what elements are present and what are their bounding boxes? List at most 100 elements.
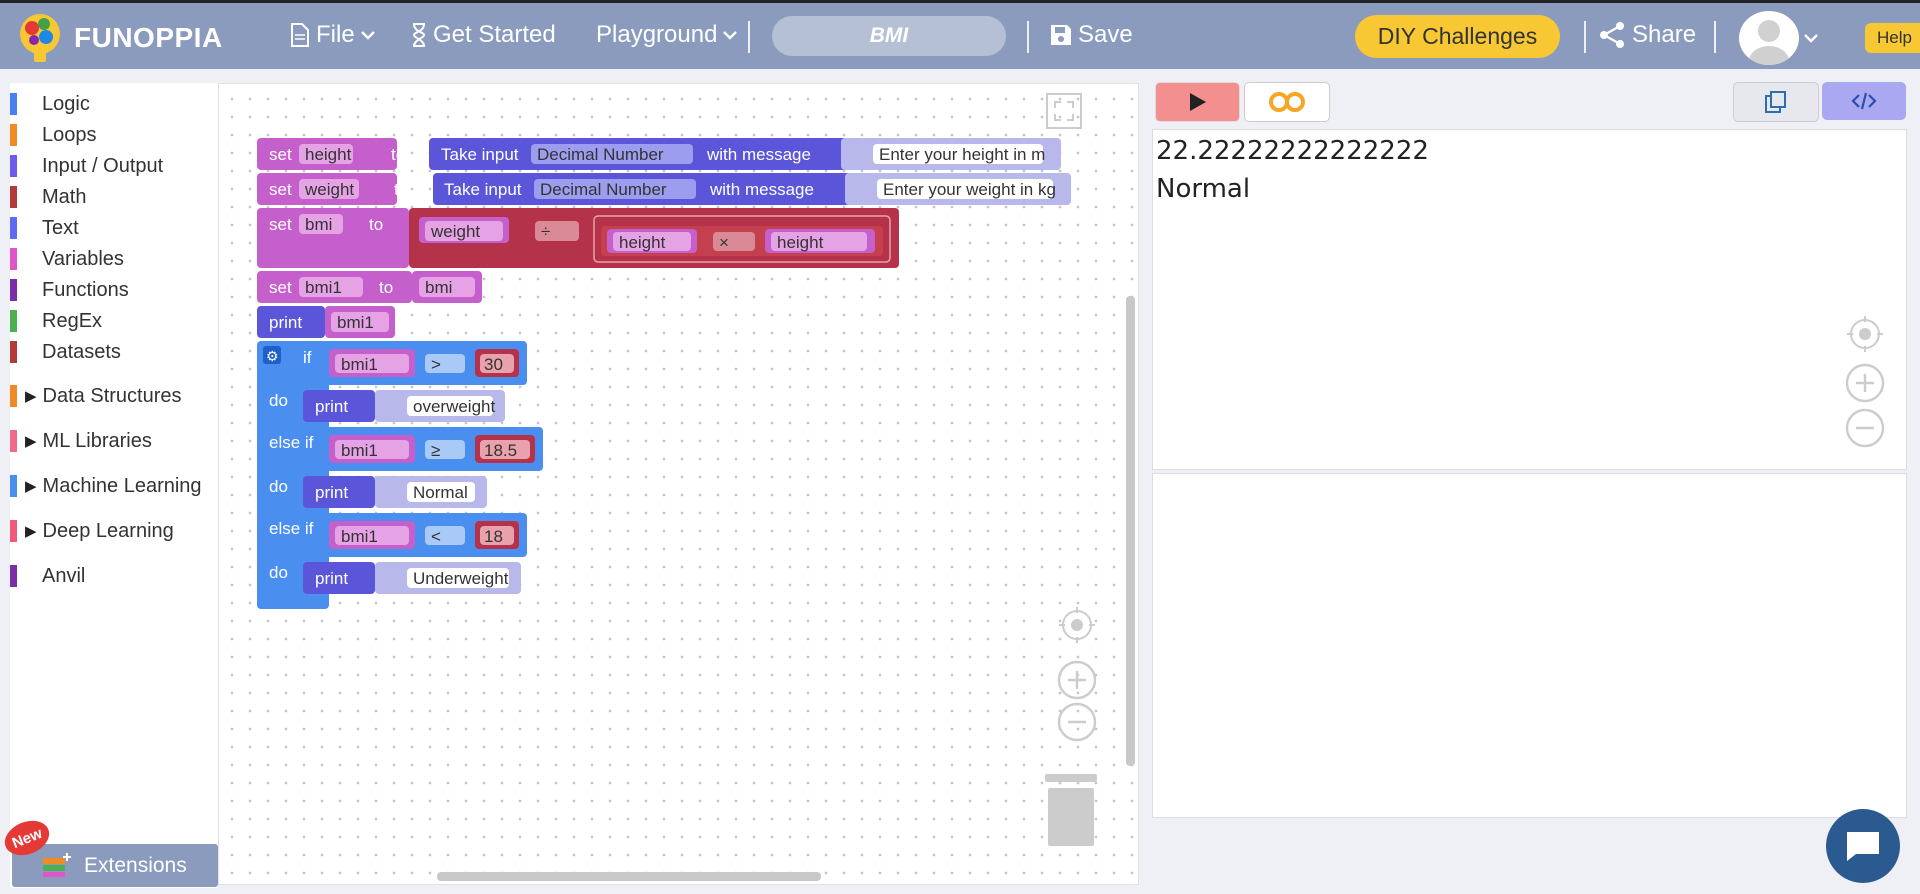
save-button[interactable]: Save — [1050, 21, 1133, 49]
group-ml-libraries[interactable]: ▶ ML Libraries — [10, 428, 152, 454]
variable-dropdown[interactable]: bmi — [305, 215, 332, 234]
code-icon — [1851, 92, 1877, 110]
chevron-down-icon[interactable] — [1804, 33, 1818, 43]
infinite-run-button[interactable] — [1244, 82, 1330, 122]
category-color-bar — [10, 155, 17, 177]
group-deep-learning[interactable]: ▶ Deep Learning — [10, 518, 174, 544]
brand[interactable]: FUNOPPIA — [14, 9, 223, 67]
block-keyword: Take input — [441, 145, 519, 164]
category-label: ML Libraries — [42, 429, 152, 452]
set-bmi1-block[interactable]: set bmi1 to bmi — [257, 271, 482, 303]
variable-dropdown[interactable]: bmi1 — [341, 527, 378, 546]
number-field[interactable]: 18.5 — [484, 441, 517, 460]
set-weight-block[interactable]: set weight to Take input Decimal Number … — [257, 173, 1071, 205]
zoom-out-icon[interactable] — [1845, 408, 1885, 448]
category-loops[interactable]: Loops — [10, 122, 97, 148]
variable-dropdown[interactable]: bmi1 — [341, 355, 378, 374]
recenter-icon[interactable] — [1059, 607, 1095, 643]
block-keyword: print — [269, 313, 302, 332]
category-regex[interactable]: RegEx — [10, 308, 102, 334]
blocks-workspace[interactable]: set height to Take input Decimal Number … — [218, 83, 1139, 885]
category-variables[interactable]: Variables — [10, 246, 124, 272]
extensions-label: Extensions — [84, 853, 187, 877]
variable-dropdown[interactable]: height — [305, 145, 352, 164]
zoom-in-icon[interactable] — [1845, 363, 1885, 403]
category-logic[interactable]: Logic — [10, 91, 90, 117]
horizontal-scrollbar[interactable] — [437, 872, 821, 881]
variable-dropdown[interactable]: bmi — [425, 278, 452, 297]
code-view-button[interactable] — [1822, 82, 1906, 120]
diy-challenges-button[interactable]: DIY Challenges — [1355, 15, 1560, 58]
playground-menu[interactable]: Playground — [596, 21, 738, 49]
category-anvil[interactable]: Anvil — [10, 563, 85, 589]
file-menu[interactable]: File — [290, 21, 375, 49]
category-color-bar — [10, 279, 17, 301]
variable-dropdown[interactable]: bmi1 — [305, 278, 342, 297]
gear-icon[interactable]: ⚙ — [266, 348, 279, 364]
category-math[interactable]: Math — [10, 184, 86, 210]
category-color-bar — [10, 385, 17, 407]
print-bmi1-block[interactable]: print bmi1 — [257, 306, 395, 338]
category-label: Anvil — [42, 564, 86, 587]
operator-dropdown[interactable]: × — [719, 233, 729, 252]
fullscreen-icon[interactable] — [1046, 93, 1082, 129]
number-field[interactable]: 30 — [484, 355, 503, 374]
recenter-icon[interactable] — [1845, 314, 1885, 354]
block-keyword: set — [269, 180, 292, 199]
category-label: Logic — [42, 92, 90, 115]
category-label: Datasets — [42, 340, 121, 363]
file-label: File — [316, 21, 355, 48]
operator-dropdown[interactable]: > — [431, 355, 441, 374]
category-input-output[interactable]: Input / Output — [10, 153, 163, 179]
message-text-field[interactable]: Enter your height in m — [879, 145, 1045, 164]
operator-dropdown[interactable]: < — [431, 527, 441, 546]
input-type-dropdown[interactable]: Decimal Number — [540, 180, 667, 199]
project-name-field[interactable]: BMI — [772, 16, 1006, 56]
group-machine-learning[interactable]: ▶ Machine Learning — [10, 473, 202, 499]
text-field[interactable]: Underweight — [413, 569, 509, 588]
variable-dropdown[interactable]: weight — [430, 222, 480, 241]
run-button[interactable] — [1155, 82, 1240, 122]
variable-dropdown[interactable]: height — [619, 233, 666, 252]
operator-dropdown[interactable]: ÷ — [541, 222, 550, 241]
set-bmi-block[interactable]: set bmi to weight ÷ height × height — [257, 208, 899, 268]
variable-dropdown[interactable]: bmi1 — [337, 313, 374, 332]
message-text-field[interactable]: Enter your weight in kg — [883, 180, 1056, 199]
avatar[interactable] — [1739, 11, 1799, 65]
category-datasets[interactable]: Datasets — [10, 339, 121, 365]
category-label: Functions — [42, 278, 129, 301]
trash-icon[interactable] — [1045, 774, 1097, 846]
if-else-block[interactable]: ⚙ if bmi1 > 30 do print overweight else … — [257, 341, 543, 609]
block-keyword: do — [269, 477, 288, 496]
variable-dropdown[interactable]: weight — [304, 180, 354, 199]
block-keyword: print — [315, 569, 348, 588]
expand-arrow-icon: ▶ — [25, 478, 37, 495]
expand-arrow-icon: ▶ — [25, 433, 37, 450]
share-button[interactable]: Share — [1598, 21, 1696, 49]
category-text[interactable]: Text — [10, 215, 79, 241]
zoom-in-icon[interactable] — [1057, 660, 1097, 700]
console-output-line: Normal — [1156, 174, 1251, 204]
number-field[interactable]: 18 — [484, 527, 503, 546]
text-field[interactable]: overweight — [413, 397, 495, 416]
funoppia-logo-icon — [20, 14, 60, 62]
category-color-bar — [10, 93, 17, 115]
category-color-bar — [10, 186, 17, 208]
operator-dropdown[interactable]: ≥ — [431, 441, 440, 460]
get-started-link[interactable]: Get Started — [411, 21, 556, 49]
chat-button[interactable] — [1826, 809, 1900, 883]
help-tab[interactable]: Help — [1865, 23, 1920, 53]
zoom-out-icon[interactable] — [1057, 702, 1097, 742]
input-type-dropdown[interactable]: Decimal Number — [537, 145, 664, 164]
text-field[interactable]: Normal — [413, 483, 468, 502]
set-height-block[interactable]: set height to Take input Decimal Number … — [257, 138, 1061, 170]
group-data-structures[interactable]: ▶ Data Structures — [10, 383, 182, 409]
vertical-scrollbar[interactable] — [1126, 296, 1135, 766]
category-functions[interactable]: Functions — [10, 277, 129, 303]
hourglass-icon — [412, 23, 426, 47]
variable-dropdown[interactable]: bmi1 — [341, 441, 378, 460]
copy-button[interactable] — [1733, 82, 1819, 122]
category-label: Deep Learning — [42, 519, 174, 542]
variable-dropdown[interactable]: height — [777, 233, 824, 252]
category-label: Machine Learning — [42, 474, 202, 497]
